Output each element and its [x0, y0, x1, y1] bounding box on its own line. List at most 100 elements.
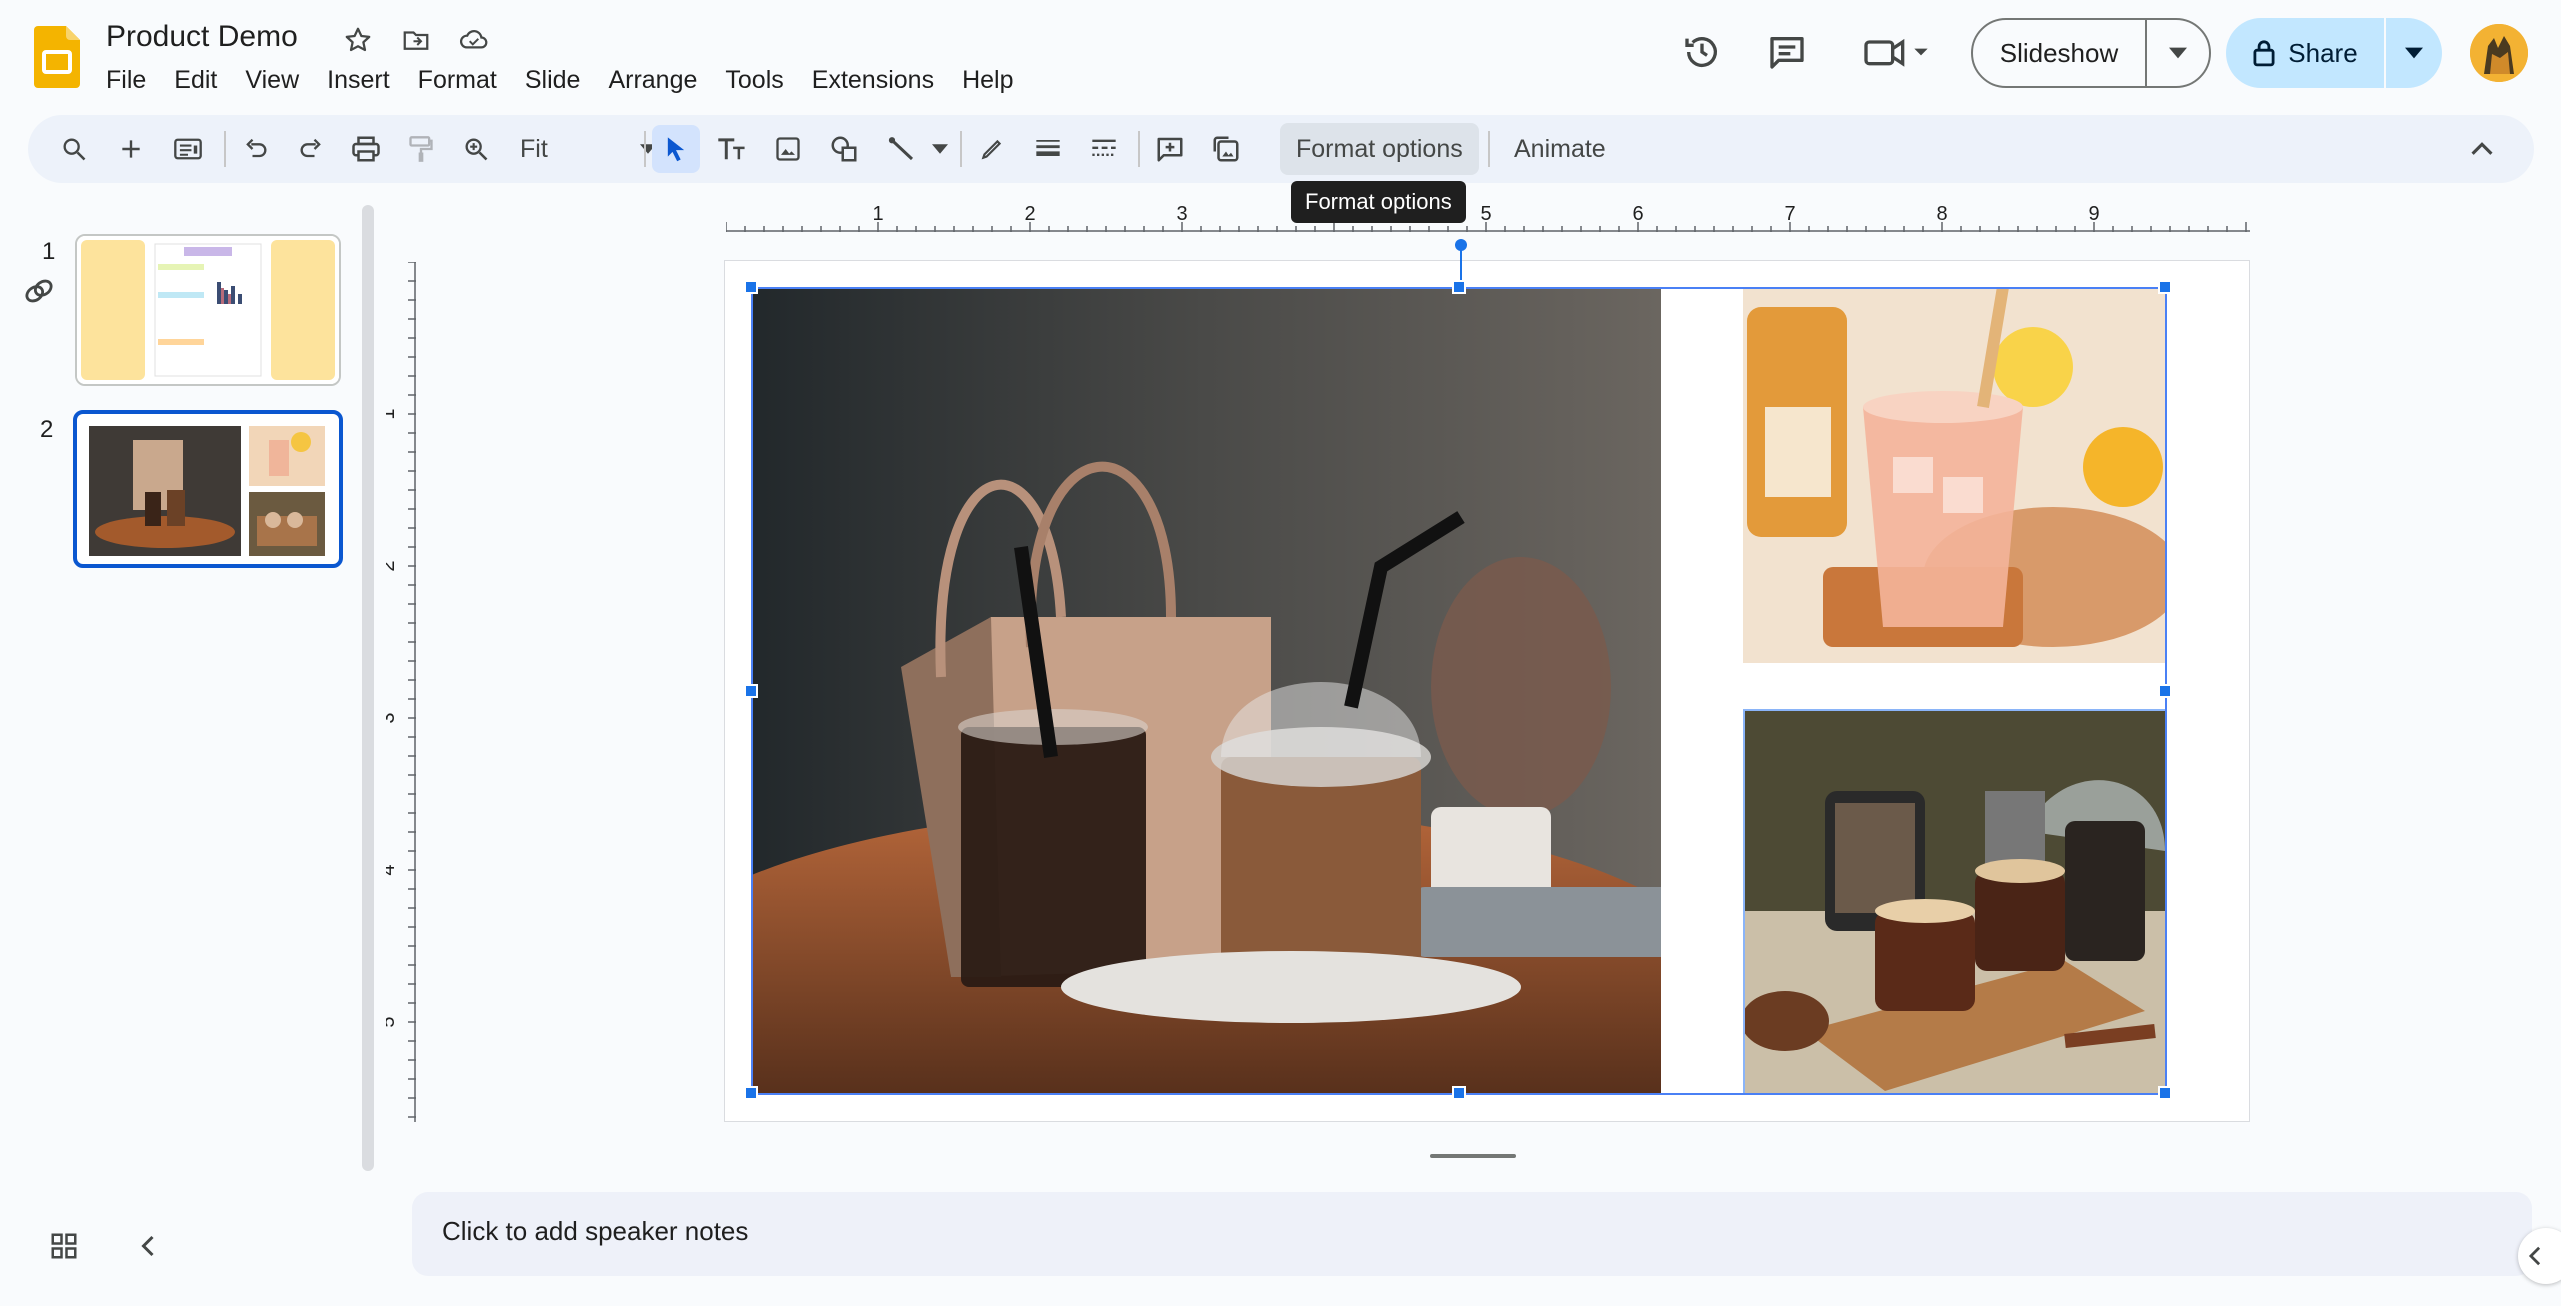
- select-cursor-icon[interactable]: [652, 125, 700, 173]
- move-to-folder-icon[interactable]: [398, 22, 434, 58]
- toolbar-divider: [1138, 131, 1140, 167]
- slides-logo[interactable]: [34, 26, 80, 88]
- menu-format[interactable]: Format: [404, 62, 511, 99]
- ruler-v-label: 3: [386, 712, 399, 723]
- print-icon[interactable]: [342, 125, 390, 173]
- menu-file[interactable]: File: [92, 62, 160, 99]
- slide-1-preview: [77, 236, 339, 384]
- latte-set-photo[interactable]: [1743, 709, 2167, 1095]
- meet-icon[interactable]: [1856, 28, 1936, 76]
- menu-edit[interactable]: Edit: [160, 62, 231, 99]
- star-icon[interactable]: [340, 22, 376, 58]
- notes-resize-handle[interactable]: [1430, 1154, 1516, 1158]
- version-history-icon[interactable]: [1678, 28, 1726, 76]
- zoom-icon[interactable]: [452, 125, 500, 173]
- share-label: Share: [2288, 37, 2358, 68]
- animate-button[interactable]: Animate: [1498, 123, 1622, 175]
- slide-thumbnail-2[interactable]: [73, 410, 343, 568]
- rotation-handle[interactable]: [1455, 239, 1467, 251]
- side-panel-toggle[interactable]: [2518, 1228, 2561, 1284]
- menu-tools[interactable]: Tools: [711, 62, 797, 99]
- ruler-h-label: 7: [1784, 203, 1795, 225]
- text-box-icon[interactable]: [708, 125, 756, 173]
- coffee-bag-photo[interactable]: [751, 287, 1661, 1095]
- latte-set-image: [1745, 711, 2165, 1093]
- menu-insert[interactable]: Insert: [313, 62, 404, 99]
- shape-icon[interactable]: [820, 125, 868, 173]
- toolbar-divider: [960, 131, 962, 167]
- speaker-notes-placeholder: Click to add speaker notes: [442, 1216, 749, 1246]
- document-title[interactable]: Product Demo: [106, 20, 298, 54]
- filmstrip-scrollbar[interactable]: [362, 205, 374, 1171]
- line-dropdown-icon[interactable]: [926, 125, 954, 173]
- paint-format-icon[interactable]: [397, 125, 445, 173]
- account-avatar[interactable]: [2470, 24, 2528, 82]
- ruler-h-label: 3: [1176, 203, 1187, 225]
- line-icon[interactable]: [878, 125, 926, 173]
- slides-logo-icon: [34, 26, 80, 88]
- ruler-h-label: 9: [2088, 203, 2099, 225]
- slideshow-dropdown-icon[interactable]: [2147, 20, 2209, 86]
- slide-2-preview: [83, 420, 333, 558]
- tooltip: Format options: [1291, 181, 1466, 223]
- filmstrip: 1 2: [0, 200, 360, 1180]
- resize-handle-e[interactable]: [2158, 684, 2172, 698]
- grid-view-icon[interactable]: [40, 1222, 88, 1270]
- replace-image-icon[interactable]: [1202, 125, 1250, 173]
- linked-object-icon[interactable]: [22, 274, 56, 313]
- speaker-notes[interactable]: Click to add speaker notes: [412, 1192, 2532, 1276]
- slide-thumbnail-1[interactable]: [75, 234, 341, 386]
- share-dropdown-icon[interactable]: [2386, 18, 2442, 88]
- vertical-ruler: 1 2 3 4 5: [386, 262, 416, 1122]
- rotation-line: [1460, 247, 1462, 287]
- ruler-v-label: 2: [386, 560, 399, 571]
- comments-icon[interactable]: [1763, 28, 1811, 76]
- toolbar-divider: [1488, 131, 1490, 167]
- layout-icon[interactable]: [164, 125, 212, 173]
- border-color-icon[interactable]: [968, 125, 1016, 173]
- ruler-v-label: 4: [386, 864, 399, 875]
- cloud-saved-icon[interactable]: [456, 22, 492, 58]
- slide-number-2: 2: [40, 416, 54, 443]
- slideshow-label[interactable]: Slideshow: [1973, 20, 2147, 86]
- ruler-h-label: 8: [1936, 203, 1947, 225]
- new-slide-icon[interactable]: [107, 125, 155, 173]
- format-options-button[interactable]: Format options: [1280, 123, 1479, 175]
- zoom-value: Fit: [520, 134, 548, 163]
- ruler-v-label: 1: [386, 408, 399, 419]
- toolbar-divider: [644, 131, 646, 167]
- search-menus-icon[interactable]: [50, 125, 98, 173]
- menu-help[interactable]: Help: [948, 62, 1027, 99]
- menu-slide[interactable]: Slide: [511, 62, 595, 99]
- menu-view[interactable]: View: [231, 62, 313, 99]
- zoom-select[interactable]: Fit: [506, 125, 666, 173]
- menu-extensions[interactable]: Extensions: [798, 62, 948, 99]
- border-dash-icon[interactable]: [1080, 125, 1128, 173]
- slide-number-1: 1: [42, 238, 56, 265]
- avatar-image-icon: [2470, 24, 2528, 82]
- chevron-left-icon: [2528, 1246, 2541, 1266]
- redo-icon[interactable]: [287, 125, 335, 173]
- share-button[interactable]: Share: [2226, 18, 2442, 88]
- iced-tea-photo[interactable]: [1743, 287, 2167, 663]
- collapse-filmstrip-icon[interactable]: [124, 1222, 172, 1270]
- border-weight-icon[interactable]: [1024, 125, 1072, 173]
- iced-tea-image: [1743, 287, 2167, 663]
- ruler-h-label: 1: [872, 203, 883, 225]
- ruler-h-label: 5: [1480, 203, 1491, 225]
- menu-arrange[interactable]: Arrange: [594, 62, 711, 99]
- insert-image-icon[interactable]: [764, 125, 812, 173]
- ruler-h-label: 2: [1024, 203, 1035, 225]
- slideshow-button[interactable]: Slideshow: [1971, 18, 2211, 88]
- menu-bar: File Edit View Insert Format Slide Arran…: [92, 62, 1028, 99]
- ruler-v-label: 5: [386, 1016, 399, 1027]
- undo-icon[interactable]: [232, 125, 280, 173]
- toolbar-divider: [224, 131, 226, 167]
- add-comment-icon[interactable]: [1146, 125, 1194, 173]
- lock-icon: [2253, 40, 2275, 67]
- collapse-toolbar-icon[interactable]: [2458, 125, 2506, 173]
- horizontal-ruler: 1 2 3 4 5 6 7 8 9: [726, 203, 2250, 232]
- slide-canvas[interactable]: [724, 239, 2250, 1122]
- coffee-bag-image: [751, 287, 1661, 1095]
- toolbar: Fit Format options Animate: [28, 115, 2534, 183]
